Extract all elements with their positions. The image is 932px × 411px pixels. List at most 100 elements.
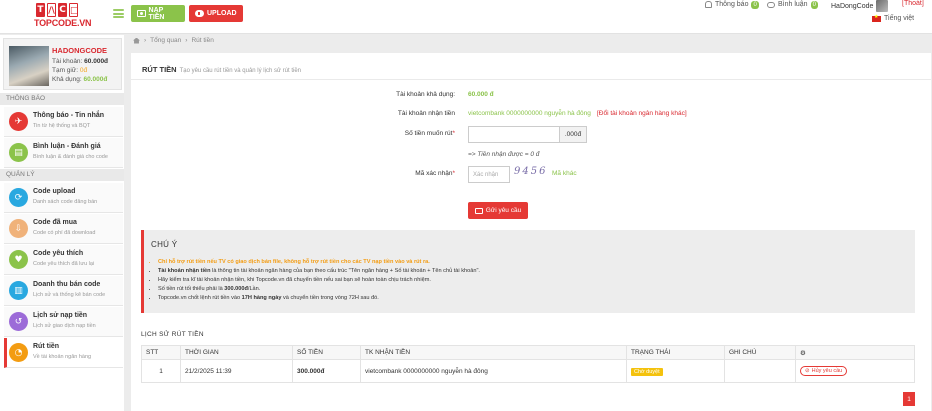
sidebar-item-favorites[interactable]: ♥ Code yêu thích Code yêu thích đã lưu l…: [4, 245, 123, 275]
notifications-count: 0: [751, 0, 759, 9]
col-time: THỜI GIAN: [180, 345, 293, 360]
page-heading: RÚT TIỀN Tạo yêu cầu rút tiền và quản lý …: [142, 65, 301, 74]
sidebar-item-sub: Tin từ hệ thống và BQT: [33, 123, 91, 129]
nap-tien-button[interactable]: NẠP TIỀN: [131, 5, 185, 22]
logo-text: TOPCODE.VN: [34, 18, 92, 28]
hold-row: Tạm giữ: 0đ: [52, 67, 88, 74]
chart-icon: ▥: [9, 281, 28, 300]
sidebar-item-withdraw[interactable]: ◔ Rút tiền Về tài khoản ngân hàng: [4, 338, 123, 368]
cell-status: Chờ duyệt: [626, 359, 725, 383]
notice-box: CHÚ Ý Chỉ hỗ trợ rút tiền nếu TV có giao…: [141, 230, 915, 313]
heart-icon: ♥: [9, 250, 28, 269]
status-badge: Chờ duyệt: [631, 367, 663, 376]
notice-line: Hãy kiểm tra kĩ tài khoản nhận tiền, khi…: [158, 276, 858, 285]
sidebar-item-code-upload[interactable]: ⟳ Code upload Danh sách code đăng bán: [4, 183, 123, 213]
notifications-link[interactable]: Thông báo 0: [705, 0, 759, 9]
sidebar-item-sub: Danh sách code đăng bán: [33, 199, 98, 205]
upload-label: UPLOAD: [207, 10, 237, 17]
col-status: TRẠNG THÁI: [626, 345, 725, 360]
sidebar-item-title: Code đã mua: [33, 219, 77, 226]
sidebar-item-notifications[interactable]: ✈ Thông báo - Tin nhắn Tin từ hệ thống v…: [4, 107, 123, 137]
sidebar-item-comments[interactable]: ▤ Bình luận - Đánh giá Bình luận & đánh …: [4, 138, 123, 168]
sidebar-item-sub: Về tài khoản ngân hàng: [33, 354, 92, 360]
cancel-icon: ⊘: [805, 368, 810, 374]
bell-icon: [705, 1, 712, 8]
vietnam-flag-icon: [872, 14, 881, 22]
history-table: STT THỜI GIAN SỐ TIỀN TK NHẬN TIỀN TRẠNG…: [141, 345, 915, 383]
amount-suffix: .000đ: [560, 126, 587, 143]
main-panel: RÚT TIỀN Tạo yêu cầu rút tiền và quản lý …: [131, 53, 931, 411]
table-header-row: STT THỜI GIAN SỐ TIỀN TK NHẬN TIỀN TRẠNG…: [141, 345, 915, 360]
page-title: RÚT TIỀN: [142, 65, 177, 74]
cancel-request-button[interactable]: ⊘ Hủy yêu cầu: [800, 366, 848, 376]
comment-icon: ▤: [9, 143, 28, 162]
sidebar-item-title: Bình luận - Đánh giá: [33, 143, 101, 150]
submit-label: Gửi yêu cầu: [485, 207, 522, 214]
history-title: LỊCH SỬ RÚT TIỀN: [141, 331, 204, 338]
cloud-upload-icon: [195, 10, 204, 17]
page-subtitle: Tạo yêu cầu rút tiền và quản lý lịch sử …: [179, 68, 302, 74]
comment-icon: [767, 1, 775, 8]
notice-title: CHÚ Ý: [151, 240, 178, 249]
captcha-image: 9456: [514, 166, 548, 177]
download-icon: ⇩: [9, 219, 28, 238]
sidebar-item-purchased[interactable]: ⇩ Code đã mua Code có phí đã download: [4, 214, 123, 244]
change-account-link[interactable]: [Đổi tài khoản ngân hàng khác]: [597, 110, 687, 117]
section-notice: THÔNG BÁO: [0, 93, 124, 105]
sidebar-item-revenue[interactable]: ▥ Doanh thu bán code Lịch sử và thống kê…: [4, 276, 123, 306]
amount-label: Số tiền muốn rút*: [404, 130, 455, 137]
cell-time: 21/2/2025 11:39: [180, 359, 293, 383]
sidebar-item-title: Code yêu thích: [33, 250, 84, 257]
username: HaDongCode: [831, 2, 874, 10]
sidebar-item-sub: Code yêu thích đã lưu lại: [33, 261, 95, 267]
avatar: [876, 0, 889, 12]
captcha-input[interactable]: Xác nhận: [468, 166, 510, 183]
available-row: Khả dụng: 60.000đ: [52, 76, 108, 83]
upload-button[interactable]: UPLOAD: [189, 5, 243, 22]
col-note: GHI CHÚ: [724, 345, 796, 360]
logo-mark: T/\ C □: [36, 3, 79, 17]
notice-line: Số tiền rút tối thiểu phải là 300.000đ/L…: [158, 285, 858, 294]
cell-amount: 300.000đ: [292, 359, 361, 383]
sidebar-item-title: Thông báo - Tin nhắn: [33, 112, 105, 119]
sidebar-item-title: Lịch sử nạp tiền: [33, 312, 88, 319]
balance-row: Tài khoản: 60.000đ: [52, 58, 109, 65]
col-action: ⚙: [795, 345, 915, 360]
receive-estimate: => Tiền nhận được = 0 đ: [468, 151, 540, 158]
amount-input[interactable]: [468, 126, 560, 143]
notice-line: Chỉ hỗ trợ rút tiền nếu TV có giao dịch …: [158, 258, 858, 267]
money-icon: [137, 10, 146, 17]
language-selector[interactable]: Tiếng việt: [872, 14, 915, 22]
breadcrumb: › Tổng quan › Rút tiền: [133, 37, 214, 44]
money-icon: [474, 207, 483, 214]
upload-icon: ⟳: [9, 188, 28, 207]
receive-account-value: vietcombank 0000000000 nguyễn hà đông: [468, 110, 591, 117]
rocket-icon: ✈: [9, 112, 28, 131]
language-label: Tiếng việt: [884, 15, 915, 22]
col-stt: STT: [141, 345, 181, 360]
notice-list: Chỉ hỗ trợ rút tiền nếu TV có giao dịch …: [158, 258, 858, 303]
pagination-page-1[interactable]: 1: [903, 392, 915, 406]
breadcrumb-overview[interactable]: Tổng quan: [150, 37, 181, 44]
menu-toggle-icon[interactable]: [113, 9, 124, 18]
top-bar: T/\ C □ TOPCODE.VN NẠP TIỀN UPLOAD Thông b…: [0, 0, 932, 34]
submit-request-button[interactable]: Gửi yêu cầu: [468, 202, 528, 219]
sidebar: HADONGCODE Tài khoản: 60.000đ Tạm giữ: 0…: [0, 35, 124, 411]
sidebar-item-topup-history[interactable]: ↺ Lịch sử nạp tiền Lịch sử giao dịch nạp…: [4, 307, 123, 337]
home-icon[interactable]: [133, 37, 140, 44]
sidebar-item-sub: Bình luận & đánh giá cho code: [33, 154, 108, 160]
user-menu[interactable]: HaDongCode: [831, 0, 889, 12]
available-label: Tài khoản khả dụng:: [396, 91, 455, 98]
notifications-label: Thông báo: [715, 1, 749, 8]
captcha-refresh-link[interactable]: Mã khác: [552, 170, 577, 177]
comments-link[interactable]: Bình luận 0: [767, 0, 818, 9]
site-logo[interactable]: T/\ C □ TOPCODE.VN: [34, 3, 92, 29]
withdraw-icon: ◔: [9, 343, 28, 362]
logout-link[interactable]: [Thoát]: [902, 0, 924, 7]
divider: [131, 79, 931, 80]
cell-stt: 1: [141, 359, 181, 383]
cell-note: [724, 359, 796, 383]
comments-label: Bình luận: [778, 1, 808, 8]
sidebar-item-title: Doanh thu bán code: [33, 281, 101, 288]
col-account: TK NHẬN TIỀN: [360, 345, 627, 360]
